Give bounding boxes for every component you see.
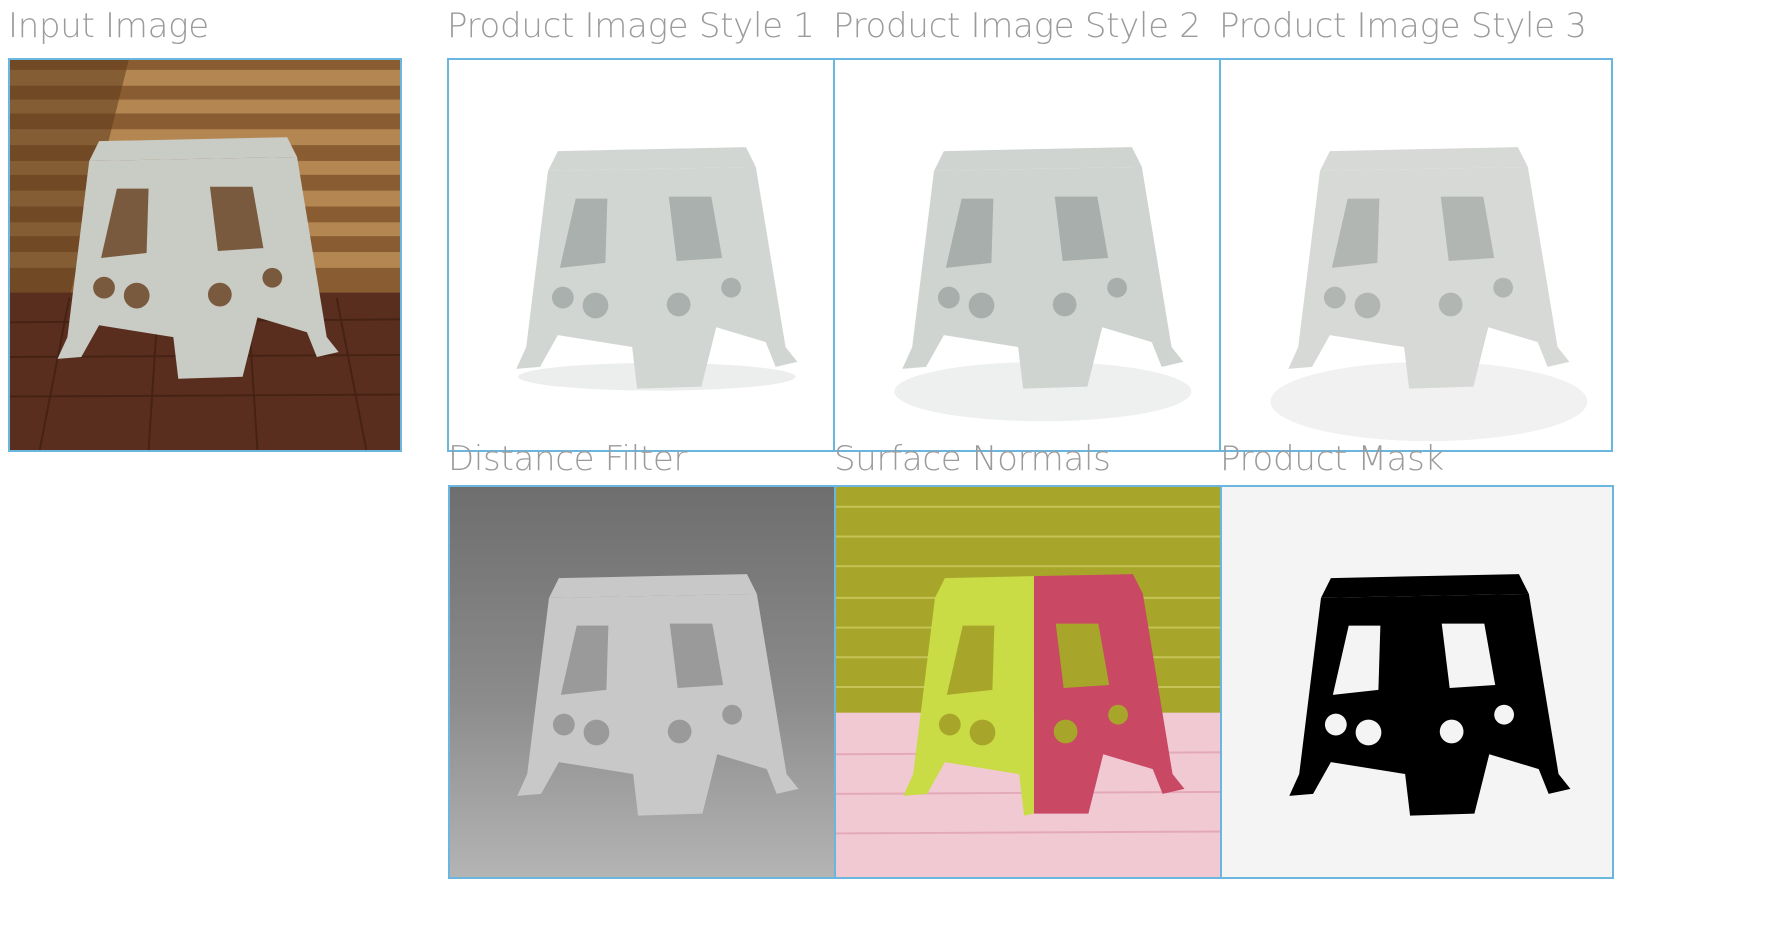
- distance-filter-label: Distance Filter: [448, 439, 688, 479]
- product-style-3-label: Product Image Style 3: [1219, 6, 1587, 46]
- product-mask-image: [1220, 485, 1614, 879]
- input-image-panel: Input Image: [8, 6, 408, 456]
- surface-normals-label: Surface Normals: [834, 439, 1111, 479]
- product-mask-panel: Product Mask: [1220, 439, 1620, 899]
- product-style-2-panel: Product Image Style 2: [833, 6, 1233, 456]
- product-style-2-image: [833, 58, 1227, 452]
- surface-normals-image: [834, 485, 1228, 879]
- surface-normals-panel: Surface Normals: [834, 439, 1234, 899]
- product-style-1-panel: Product Image Style 1: [447, 6, 847, 456]
- product-style-1-label: Product Image Style 1: [447, 6, 815, 46]
- product-style-2-label: Product Image Style 2: [833, 6, 1201, 46]
- input-image: [8, 58, 402, 452]
- product-style-3-image: [1219, 58, 1613, 452]
- distance-filter-panel: Distance Filter: [448, 439, 848, 899]
- distance-filter-image: [448, 485, 842, 879]
- product-style-3-panel: Product Image Style 3: [1219, 6, 1619, 456]
- product-mask-label: Product Mask: [1220, 439, 1444, 479]
- product-style-1-image: [447, 58, 841, 452]
- input-image-label: Input Image: [8, 6, 209, 46]
